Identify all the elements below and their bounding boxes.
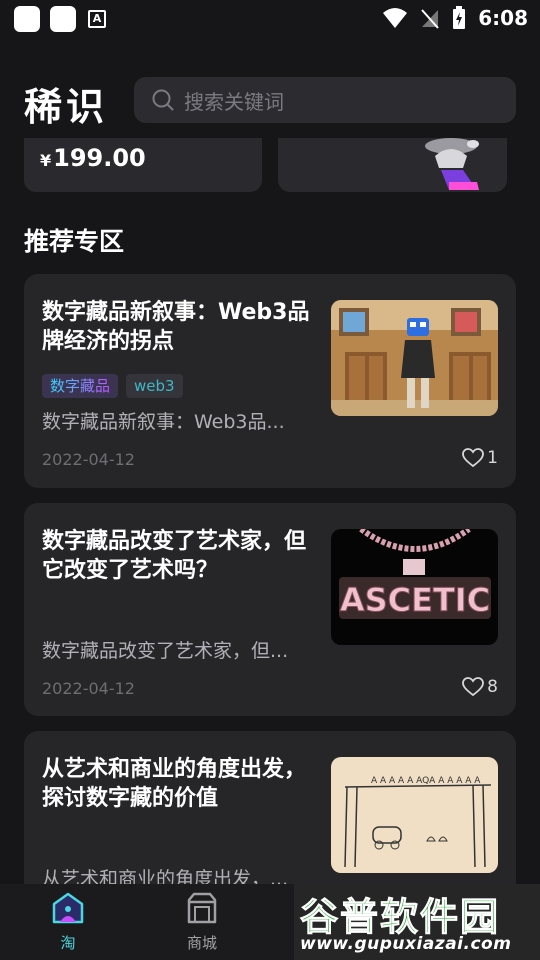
search-bar[interactable]: 搜索关键词 — [134, 77, 516, 123]
article-thumbnail: A A A A A AQA A A A A A — [331, 757, 498, 873]
heart-icon — [462, 448, 485, 468]
article-title: 从艺术和商业的角度出发，探讨数字藏的价值 — [42, 757, 307, 811]
product-card[interactable]: ¥199.00 — [24, 138, 262, 192]
status-bar: A 6:08 — [0, 0, 540, 36]
article-thumbnail: ASCETIC — [331, 529, 498, 645]
tag[interactable]: 数字藏品 — [42, 374, 119, 398]
watermark-title: 谷普软件园 — [299, 895, 501, 940]
watermark: 谷普软件园 www.gupuxiazai.com — [294, 884, 540, 960]
nav-label: 淘 — [60, 934, 76, 952]
article-date: 2022-04-12 — [42, 679, 135, 698]
nav-mall[interactable]: 商城 — [162, 892, 242, 953]
product-card[interactable] — [278, 138, 507, 192]
header: 稀识 搜索关键词 — [0, 70, 540, 130]
article-title: 数字藏品改变了艺术家，但它改变了艺术吗？ — [42, 529, 307, 583]
app-notification-icon — [50, 6, 76, 32]
like-count: 1 — [487, 448, 498, 468]
svg-text:ASCETIC: ASCETIC — [340, 581, 490, 619]
home-icon — [52, 892, 84, 924]
article-description: 数字藏品新叙事：Web3品... — [42, 411, 285, 433]
section-title: 推荐专区 — [24, 227, 125, 256]
like-button[interactable]: 1 — [462, 448, 498, 468]
app-notification-icon — [14, 6, 40, 32]
nav-home[interactable]: 淘 — [28, 892, 108, 953]
article-title: 数字藏品新叙事：Web3品牌经济的拐点 — [42, 300, 310, 354]
like-count: 8 — [487, 677, 498, 697]
article-thumbnail — [331, 300, 498, 416]
nav-label: 商城 — [186, 934, 217, 952]
battery-charging-icon — [453, 6, 466, 29]
no-signal-icon — [421, 9, 439, 29]
search-placeholder: 搜索关键词 — [184, 89, 284, 114]
heart-icon — [462, 677, 485, 697]
like-button[interactable]: 8 — [462, 677, 498, 697]
clock: 6:08 — [478, 6, 528, 30]
watermark-url: www.gupuxiazai.com — [300, 934, 512, 954]
tag-list: 数字藏品 web3 — [42, 374, 183, 398]
app-logo: 稀识 — [24, 84, 109, 129]
wifi-icon — [383, 8, 408, 28]
tag[interactable]: web3 — [126, 374, 183, 398]
price: ¥199.00 — [40, 144, 146, 172]
article-card[interactable]: 数字藏品新叙事：Web3品牌经济的拐点 数字藏品 web3 数字藏品新叙事：We… — [24, 274, 516, 488]
keyboard-icon: A — [88, 10, 106, 28]
svg-text:A A A A A AQA A A A A A: A A A A A AQA A A A A A — [371, 776, 481, 786]
article-date: 2022-04-12 — [42, 450, 135, 469]
article-description: 数字藏品改变了艺术家，但... — [42, 640, 289, 662]
search-icon — [152, 89, 174, 111]
article-card[interactable]: 数字藏品改变了艺术家，但它改变了艺术吗？ ASCETIC 数字藏品改变了艺术家，… — [24, 503, 516, 716]
product-image — [425, 138, 479, 190]
store-icon — [187, 892, 217, 924]
